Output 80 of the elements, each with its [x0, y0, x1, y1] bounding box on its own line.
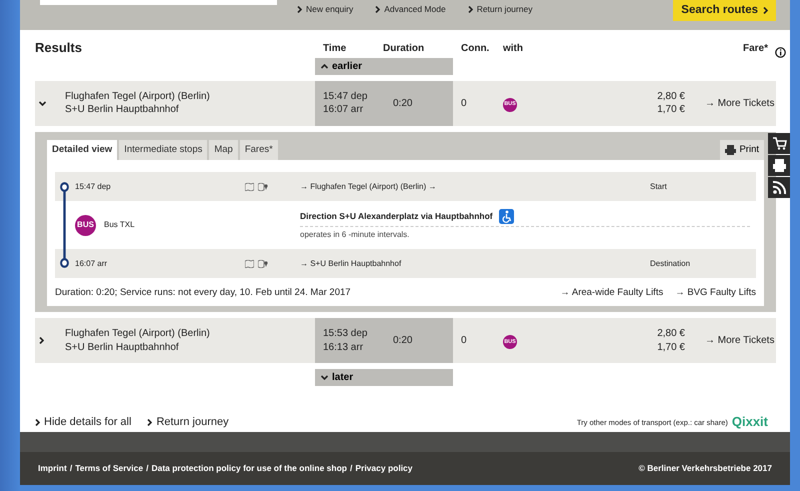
chevron-right-icon: [468, 6, 473, 13]
arrival-time: 16:13 arr: [323, 340, 364, 354]
stop-link[interactable]: → S+U Berlin Hauptbahnhof: [300, 258, 402, 268]
link[interactable]: New enquiry: [297, 3, 354, 16]
search-field[interactable]: [40, 0, 277, 5]
map-pin-icon: [258, 260, 268, 268]
from-stop: Flughafen Tegel (Airport) (Berlin): [65, 90, 211, 104]
copyright: © Berliner Verkehrsbetriebe 2017: [638, 462, 772, 475]
earlier-button[interactable]: earlier: [315, 58, 453, 75]
column-header: Conn.: [460, 42, 490, 56]
chevron-up-icon: [321, 64, 328, 69]
link-separator: /: [70, 462, 72, 473]
interval-note: operates in 6 -minute intervals.: [300, 226, 750, 242]
footer-link[interactable]: Privacy policy: [355, 462, 413, 473]
link[interactable]: Hide details for all: [35, 414, 132, 430]
service-info: Duration: 0:20; Service runs: not every day, 10. Feb until 24. Mar 2017: [55, 286, 351, 300]
chevron-down-icon: [321, 375, 328, 380]
chevron-right-icon: [35, 418, 40, 426]
tab[interactable]: Intermediate stops: [119, 140, 208, 160]
arrival-time: 16:07 arr: [323, 103, 364, 117]
print-button[interactable]: Print: [720, 140, 764, 160]
duration: 0:20: [393, 96, 412, 110]
map-pin-icon: [258, 182, 268, 191]
link-text: Hide details for all: [44, 414, 132, 430]
direction: Direction S+U Alexanderplatz via Hauptbahnhof: [300, 210, 493, 224]
to-stop: S+U Berlin Hauptbahnhof: [65, 340, 180, 354]
side-button[interactable]: [768, 133, 790, 154]
stop-link[interactable]: → Flughafen Tegel (Airport) (Berlin) →: [300, 182, 436, 191]
side-button[interactable]: [768, 177, 790, 198]
cart-icon: [772, 136, 786, 151]
printer-icon: [725, 145, 736, 156]
more-tickets-link[interactable]: → More Tickets: [685, 98, 774, 109]
results-title: Results: [35, 39, 83, 58]
connections-count: 0: [461, 335, 467, 346]
link[interactable]: Return journey: [147, 414, 229, 430]
side-button[interactable]: [768, 155, 790, 176]
bus-badge: BUS: [75, 214, 96, 236]
column-header: Duration: [383, 42, 426, 56]
map-icon: [245, 182, 254, 191]
footer-link[interactable]: Terms of Service: [75, 462, 144, 473]
info-icon: [775, 47, 786, 58]
printer-icon: [772, 158, 786, 173]
duration: 0:20: [393, 334, 412, 348]
fare: 2,80 €: [656, 90, 685, 104]
later-button[interactable]: later: [315, 369, 453, 386]
departure-time: 15:53 dep: [323, 327, 368, 341]
tab[interactable]: Fares*: [240, 140, 278, 160]
line-name: Bus TXL: [104, 219, 135, 232]
tab[interactable]: Map: [209, 140, 238, 160]
stop-role: Destination: [650, 258, 690, 268]
fare: 1,70 €: [656, 103, 685, 117]
rss-icon: [772, 180, 786, 195]
chevron-right-icon: [375, 6, 380, 13]
chevron-right-icon: [763, 7, 768, 14]
to-stop: S+U Berlin Hauptbahnhof: [65, 103, 180, 117]
stop-time: 15:47 dep: [75, 182, 111, 191]
column-header: Fare*: [742, 42, 768, 56]
search-routes-button[interactable]: Search routes: [673, 0, 776, 21]
link-separator: /: [146, 462, 148, 473]
connections-count: 0: [461, 98, 467, 109]
tab[interactable]: Detailed view: [47, 140, 118, 160]
link-text: New enquiry: [306, 3, 354, 16]
column-header: with: [503, 42, 524, 56]
stop-time: 16:07 arr: [75, 258, 108, 268]
from-stop: Flughafen Tegel (Airport) (Berlin): [65, 327, 211, 341]
column-header: Time: [322, 42, 348, 56]
footer-link[interactable]: Data protection policy for use of the online shop: [151, 462, 347, 473]
faulty-lifts-link[interactable]: → BVG Faulty Lifts: [675, 286, 756, 300]
more-tickets-link[interactable]: → More Tickets: [685, 335, 774, 346]
map-icon: [245, 260, 254, 268]
stop-role: Start: [650, 182, 667, 191]
faulty-lifts-link[interactable]: → Area-wide Faulty Lifts: [560, 286, 664, 300]
fare: 1,70 €: [656, 340, 685, 354]
link-separator: /: [350, 462, 352, 473]
fare: 2,80 €: [656, 327, 685, 341]
footer-link[interactable]: Imprint: [38, 462, 67, 473]
departure-time: 15:47 dep: [323, 90, 368, 104]
chevron-right-icon: [147, 418, 152, 426]
chevron-right-icon: [297, 6, 302, 13]
link-text: Return journey: [156, 414, 229, 430]
